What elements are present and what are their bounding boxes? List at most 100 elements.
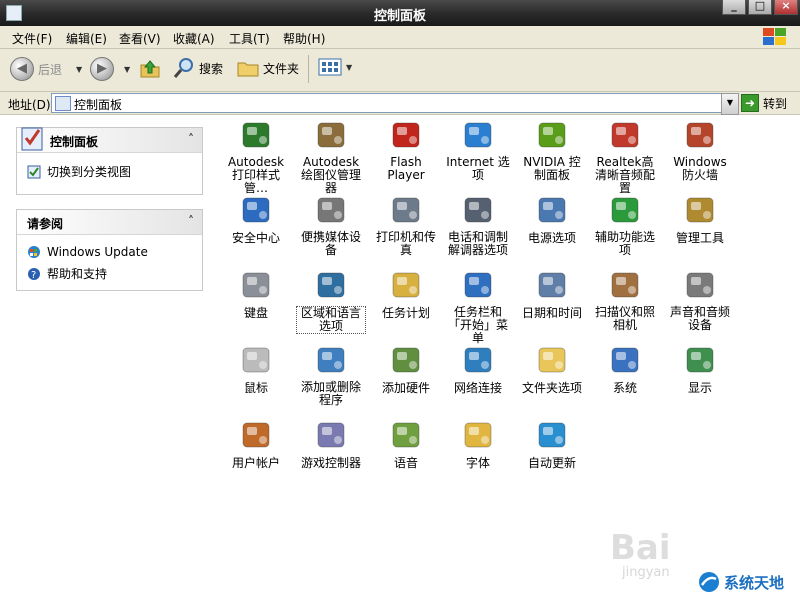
up-folder-icon — [140, 60, 160, 78]
forward-arrow-icon: ▶ — [90, 57, 114, 81]
control-panel-item[interactable]: Autodesk 打印样式管… — [221, 118, 291, 195]
autodesk-plotstyle-icon — [239, 118, 273, 152]
see-also-header[interactable]: 请参阅 ˄ — [17, 210, 202, 235]
minimize-button[interactable]: _ — [722, 0, 746, 15]
control-panel-box: 控制面板 ˄ 切换到分类视图 — [16, 127, 203, 195]
control-panel-item[interactable]: NVIDIA 控制面板 — [517, 118, 587, 182]
control-panel-item[interactable]: 用户帐户 — [221, 418, 291, 470]
go-arrow-icon: ➜ — [741, 94, 759, 112]
realtek-audio-icon — [608, 118, 642, 152]
folders-button[interactable]: 文件夹 — [237, 57, 299, 79]
windows-update-link[interactable]: Windows Update — [27, 245, 192, 259]
control-panel-item[interactable]: 字体 — [443, 418, 513, 470]
site-watermark-text: 系统天地 — [724, 573, 785, 592]
control-panel-item[interactable]: 辅助功能选项 — [590, 193, 660, 257]
control-panel-item-label: 用户帐户 — [231, 456, 280, 470]
collapse-chevron-icon[interactable]: ˄ — [188, 214, 194, 228]
control-panel-item[interactable]: Realtek高清晰音频配置 — [590, 118, 660, 195]
control-panel-big-icon — [21, 127, 43, 151]
up-folder-button[interactable] — [139, 57, 161, 79]
views-button[interactable]: ▼ — [318, 57, 352, 77]
help-support-link[interactable]: ? 帮助和支持 — [27, 265, 192, 282]
toolbar: ◀ 后退 ▼ ▶ ▼ 搜索 文件夹 ▼ — [0, 49, 800, 92]
flash-player-icon — [389, 118, 423, 152]
control-panel-item[interactable]: 日期和时间 — [517, 268, 587, 320]
windows-logo-icon — [763, 28, 786, 45]
control-panel-item[interactable]: 声音和音频设备 — [665, 268, 735, 332]
control-panel-box-header[interactable]: 控制面板 ˄ — [17, 127, 202, 153]
see-also-title: 请参阅 — [27, 217, 64, 231]
site-logo-icon — [699, 572, 719, 592]
control-panel-item[interactable]: 游戏控制器 — [296, 418, 366, 470]
control-panel-item-label: 添加硬件 — [381, 381, 430, 395]
control-panel-item[interactable]: 扫描仪和照相机 — [590, 268, 660, 332]
control-panel-item[interactable]: 电源选项 — [517, 193, 587, 245]
control-panel-item-label: Autodesk 绘图仪管理器 — [300, 155, 361, 195]
menu-view[interactable]: 查看(V) — [119, 30, 161, 47]
close-button[interactable]: × — [774, 0, 798, 15]
control-panel-item-label: 自动更新 — [527, 456, 576, 470]
views-dropdown-icon[interactable]: ▼ — [346, 63, 352, 72]
forward-button[interactable]: ▶ ▼ — [90, 57, 130, 81]
menu-file[interactable]: 文件(F) — [12, 30, 52, 47]
control-panel-item[interactable]: 语音 — [371, 418, 441, 470]
collapse-chevron-icon[interactable]: ˄ — [188, 132, 194, 146]
control-panel-item[interactable]: 添加硬件 — [371, 343, 441, 395]
menu-tools[interactable]: 工具(T) — [229, 30, 270, 47]
control-panel-item[interactable]: 任务计划 — [371, 268, 441, 320]
control-panel-item[interactable]: 键盘 — [221, 268, 291, 320]
menu-help[interactable]: 帮助(H) — [283, 30, 325, 47]
go-button[interactable]: ➜ 转到 — [741, 94, 787, 112]
address-input[interactable]: 控制面板 — [51, 93, 723, 113]
user-accounts-icon — [239, 418, 273, 452]
accessibility-icon — [608, 193, 642, 227]
control-panel-item[interactable]: Internet 选项 — [443, 118, 513, 182]
control-panel-item-label: 日期和时间 — [521, 306, 582, 320]
internet-options-icon — [461, 118, 495, 152]
control-panel-item[interactable]: 打印机和传真 — [371, 193, 441, 257]
control-panel-item[interactable]: 网络连接 — [443, 343, 513, 395]
back-dropdown-icon[interactable]: ▼ — [76, 65, 82, 74]
mouse-icon — [239, 343, 273, 377]
control-panel-item[interactable]: 区域和语言选项 — [296, 268, 366, 334]
add-remove-icon — [314, 343, 348, 377]
sound-icon — [683, 268, 717, 302]
menu-edit[interactable]: 编辑(E) — [66, 30, 107, 47]
control-panel-item-label: 辅助功能选项 — [594, 230, 655, 257]
control-panel-item[interactable]: 管理工具 — [665, 193, 735, 245]
control-panel-item-label: 任务栏和「开始」菜单 — [447, 305, 508, 345]
control-panel-item[interactable]: 显示 — [665, 343, 735, 395]
control-panel-item[interactable]: 任务栏和「开始」菜单 — [443, 268, 513, 345]
display-icon — [683, 343, 717, 377]
back-button[interactable]: ◀ 后退 ▼ — [10, 57, 82, 81]
go-label: 转到 — [763, 96, 788, 111]
control-panel-item-label: 网络连接 — [453, 381, 502, 395]
control-panel-item[interactable]: 鼠标 — [221, 343, 291, 395]
title-bar[interactable]: 控制面板 _ □ × — [0, 0, 800, 27]
control-panel-item-label: 系统 — [612, 381, 637, 395]
control-panel-item[interactable]: 系统 — [590, 343, 660, 395]
control-panel-item[interactable]: 添加或删除程序 — [296, 343, 366, 407]
control-panel-item[interactable]: Windows 防火墙 — [665, 118, 735, 182]
maximize-button[interactable]: □ — [748, 0, 772, 15]
baidu-watermark-text: Bai — [610, 528, 671, 568]
window-title: 控制面板 — [373, 9, 426, 24]
forward-dropdown-icon[interactable]: ▼ — [124, 65, 130, 74]
control-panel-item[interactable]: 文件夹选项 — [517, 343, 587, 395]
see-also-box: 请参阅 ˄ Windows Update ? 帮助和支持 — [16, 209, 203, 291]
control-panel-item-label: 声音和音频设备 — [669, 305, 730, 332]
control-panel-item-label: Internet 选项 — [446, 155, 510, 182]
control-panel-item[interactable]: 自动更新 — [517, 418, 587, 470]
search-button[interactable]: 搜索 — [173, 57, 223, 79]
control-panel-item[interactable]: Flash Player — [371, 118, 441, 182]
control-panel-item[interactable]: Autodesk 绘图仪管理器 — [296, 118, 366, 195]
control-panel-item[interactable]: 安全中心 — [221, 193, 291, 245]
control-panel-item[interactable]: 电话和调制解调器选项 — [443, 193, 513, 257]
menu-favorites[interactable]: 收藏(A) — [173, 30, 215, 47]
control-panel-item-label: 打印机和传真 — [375, 230, 436, 257]
admin-tools-icon — [683, 193, 717, 227]
switch-to-category-view-link[interactable]: 切换到分类视图 — [27, 163, 192, 180]
portable-media-icon — [314, 193, 348, 227]
control-panel-item[interactable]: 便携媒体设备 — [296, 193, 366, 257]
address-dropdown-icon[interactable]: ▼ — [721, 93, 739, 115]
